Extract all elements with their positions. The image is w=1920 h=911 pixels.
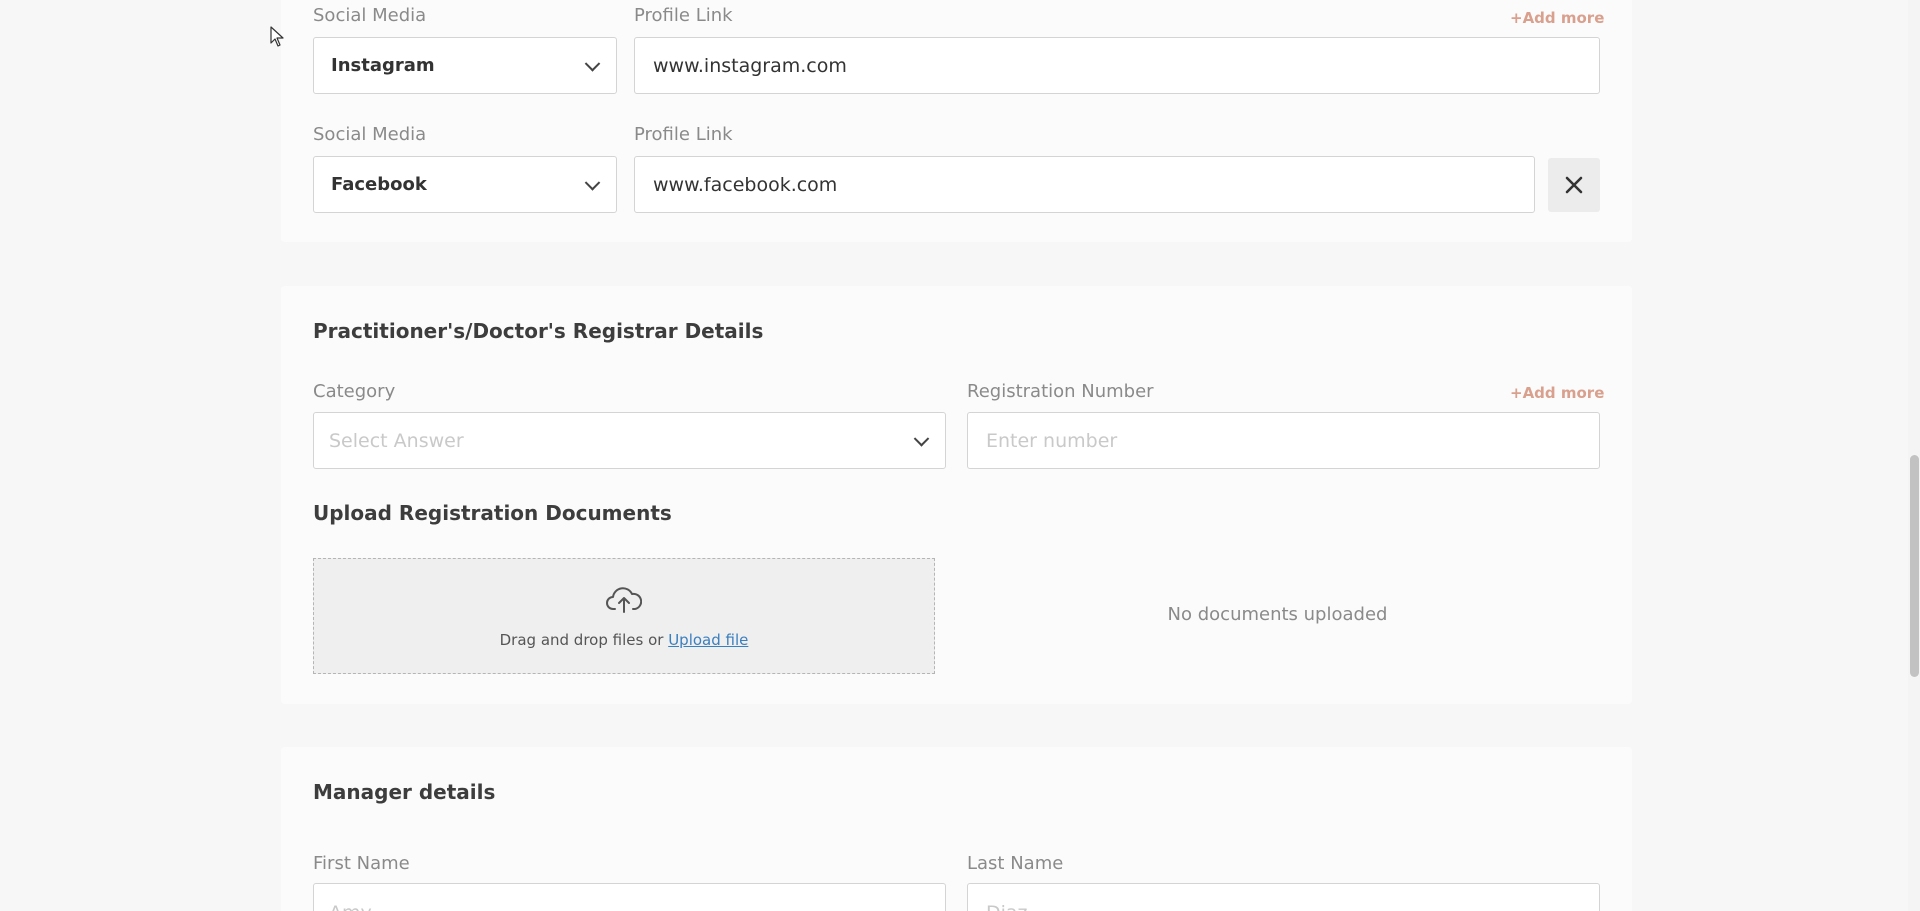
registration-number-placeholder: Enter number	[986, 429, 1118, 452]
last-name-label: Last Name	[967, 853, 1064, 874]
add-more-registration-button[interactable]: +Add more	[1510, 384, 1604, 402]
profile-link-label: Profile Link	[634, 124, 733, 145]
profile-link-value: www.instagram.com	[653, 54, 847, 77]
scrollbar-thumb[interactable]	[1910, 455, 1919, 677]
category-label: Category	[313, 381, 396, 402]
category-placeholder: Select Answer	[329, 429, 464, 452]
social-media-select-value: Instagram	[331, 55, 435, 76]
close-icon	[1565, 176, 1583, 194]
first-name-input[interactable]: Amy	[313, 883, 946, 911]
last-name-placeholder: Diaz	[986, 902, 1028, 911]
remove-social-button[interactable]	[1548, 158, 1600, 212]
registrar-section-title: Practitioner's/Doctor's Registrar Detail…	[313, 319, 764, 343]
social-media-label: Social Media	[313, 124, 427, 145]
dropzone-text: Drag and drop files or Upload file	[314, 631, 934, 649]
scrollbar[interactable]	[1908, 0, 1920, 911]
cloud-upload-icon	[606, 587, 642, 613]
social-media-select[interactable]: Instagram	[313, 37, 617, 94]
registration-number-label: Registration Number	[967, 381, 1154, 402]
dropzone-instructions: Drag and drop files or	[499, 631, 669, 649]
chevron-down-icon	[584, 55, 601, 72]
social-media-select[interactable]: Facebook	[313, 156, 617, 213]
social-media-select-value: Facebook	[331, 174, 427, 195]
profile-link-value: www.facebook.com	[653, 173, 838, 196]
last-name-input[interactable]: Diaz	[967, 883, 1600, 911]
upload-file-link[interactable]: Upload file	[668, 631, 748, 649]
profile-link-input[interactable]: www.instagram.com	[634, 37, 1600, 94]
mouse-cursor-icon	[270, 26, 284, 47]
profile-link-label: Profile Link	[634, 5, 733, 26]
first-name-placeholder: Amy	[329, 902, 372, 911]
file-dropzone[interactable]: Drag and drop files or Upload file	[313, 558, 935, 674]
chevron-down-icon	[584, 174, 601, 191]
profile-link-input[interactable]: www.facebook.com	[634, 156, 1535, 213]
add-more-social-button[interactable]: +Add more	[1510, 9, 1604, 27]
category-select[interactable]: Select Answer	[313, 412, 946, 469]
first-name-label: First Name	[313, 853, 410, 874]
page: Social Media Profile Link +Add more Inst…	[0, 0, 1920, 911]
registration-number-input[interactable]: Enter number	[967, 412, 1600, 469]
no-documents-message: No documents uploaded	[1167, 604, 1388, 625]
chevron-down-icon	[913, 430, 930, 447]
manager-section-title: Manager details	[313, 780, 496, 804]
social-media-label: Social Media	[313, 5, 427, 26]
upload-documents-title: Upload Registration Documents	[313, 501, 672, 525]
